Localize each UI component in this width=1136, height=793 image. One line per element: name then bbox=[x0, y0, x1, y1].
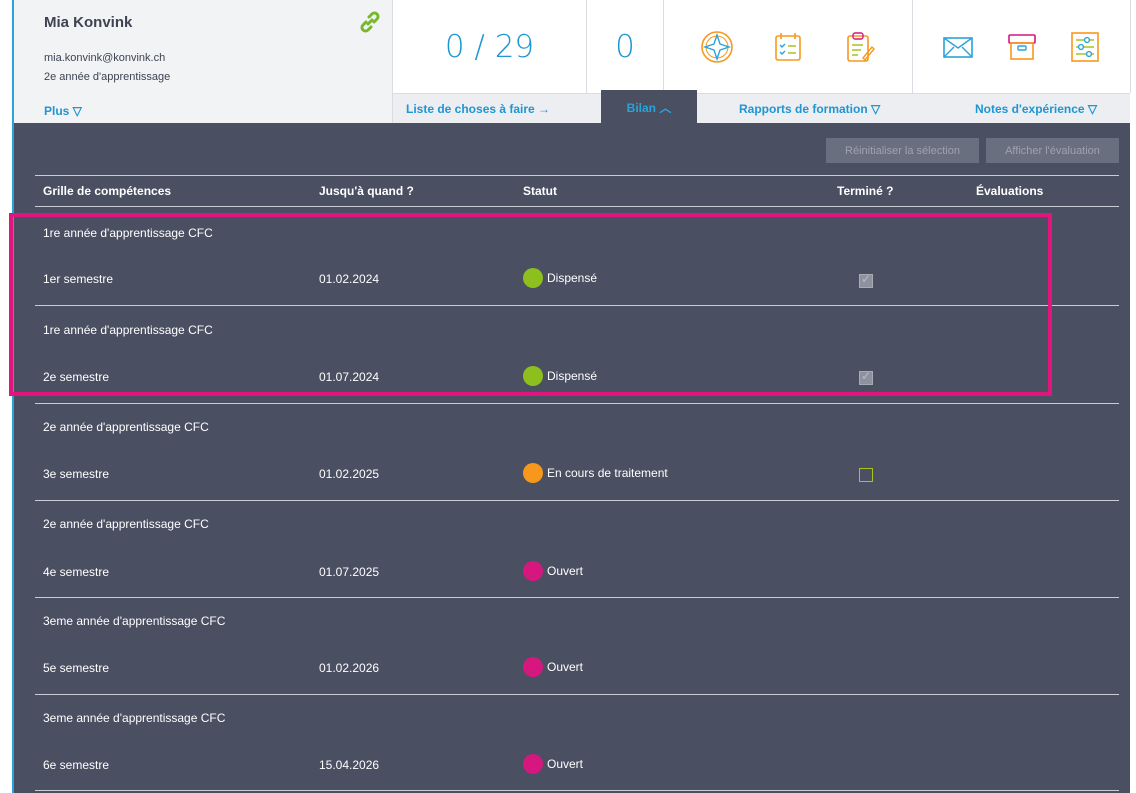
row-group-label: 2e année d'apprentissage CFC bbox=[43, 517, 209, 531]
header: Mia Konvink mia.konvink@konvink.ch 2e an… bbox=[14, 0, 1131, 124]
column-header-done: Terminé ? bbox=[837, 184, 894, 198]
tab-todo-list[interactable]: Liste de choses à faire → bbox=[406, 94, 550, 124]
row-status: Dispensé bbox=[523, 268, 597, 288]
status-label: Ouvert bbox=[547, 660, 584, 674]
done-checkbox[interactable] bbox=[859, 369, 873, 385]
bilan-panel: Réinitialiser la sélection Afficher l'év… bbox=[14, 123, 1130, 793]
row-semester: 3e semestre bbox=[43, 467, 110, 481]
row-date: 15.04.2026 bbox=[319, 758, 380, 772]
divider bbox=[35, 597, 1119, 598]
row-date: 01.07.2025 bbox=[319, 565, 380, 579]
count-value: 0 bbox=[587, 0, 664, 93]
row-semester: 5e semestre bbox=[43, 661, 110, 675]
column-header-competence: Grille de compétences bbox=[43, 184, 172, 198]
tool-icons-group bbox=[664, 0, 913, 93]
row-date: 01.02.2024 bbox=[319, 272, 380, 286]
divider bbox=[35, 694, 1119, 695]
status-dot-icon bbox=[523, 268, 543, 288]
sliders-icon[interactable] bbox=[1067, 29, 1103, 65]
archive-box-icon[interactable] bbox=[1004, 29, 1040, 65]
row-group-label: 1re année d'apprentissage CFC bbox=[43, 226, 213, 240]
row-status: Ouvert bbox=[523, 754, 583, 774]
row-group-label: 2e année d'apprentissage CFC bbox=[43, 420, 209, 434]
tab-experience-notes[interactable]: Notes d'expérience ▽ bbox=[975, 94, 1097, 124]
reset-selection-button[interactable]: Réinitialiser la sélection bbox=[826, 138, 979, 163]
status-dot-icon bbox=[523, 754, 543, 774]
profile-card: Mia Konvink mia.konvink@konvink.ch 2e an… bbox=[14, 0, 393, 123]
row-status: En cours de traitement bbox=[523, 463, 668, 483]
row-date: 01.02.2026 bbox=[319, 661, 380, 675]
divider bbox=[35, 305, 1119, 306]
tab-training-reports[interactable]: Rapports de formation ▽ bbox=[739, 94, 880, 124]
column-header-evaluations: Évaluations bbox=[976, 184, 1044, 198]
row-semester: 6e semestre bbox=[43, 758, 110, 772]
divider bbox=[35, 403, 1119, 404]
row-status: Ouvert bbox=[523, 561, 583, 581]
tab-bar: Liste de choses à faire → Bilan ︿ Rappor… bbox=[393, 90, 1130, 124]
profile-name: Mia Konvink bbox=[44, 14, 133, 31]
app-frame: Mia Konvink mia.konvink@konvink.ch 2e an… bbox=[0, 0, 1136, 793]
status-label: Dispensé bbox=[547, 271, 598, 285]
divider bbox=[35, 790, 1119, 791]
clipboard-edit-icon[interactable] bbox=[841, 29, 877, 65]
checklist-icon[interactable] bbox=[770, 29, 806, 65]
row-date: 01.02.2025 bbox=[319, 467, 380, 481]
row-semester: 2e semestre bbox=[43, 370, 110, 384]
envelope-icon[interactable] bbox=[940, 29, 976, 65]
more-button[interactable]: Plus ▽ bbox=[44, 104, 82, 118]
done-checkbox[interactable] bbox=[859, 272, 873, 288]
row-status: Dispensé bbox=[523, 366, 597, 386]
status-dot-icon bbox=[523, 657, 543, 677]
row-date: 01.07.2024 bbox=[319, 370, 380, 384]
column-header-deadline: Jusqu'à quand ? bbox=[319, 184, 414, 198]
profile-email: mia.konvink@konvink.ch bbox=[44, 52, 166, 64]
status-dot-icon bbox=[523, 463, 543, 483]
status-dot-icon bbox=[523, 561, 543, 581]
divider bbox=[35, 175, 1119, 176]
column-header-status: Statut bbox=[523, 184, 557, 198]
show-evaluation-button[interactable]: Afficher l'évaluation bbox=[986, 138, 1119, 163]
status-dot-icon bbox=[523, 366, 543, 386]
row-semester: 1er semestre bbox=[43, 272, 114, 286]
status-label: Dispensé bbox=[547, 369, 598, 383]
profile-year: 2e année d'apprentissage bbox=[44, 71, 171, 83]
row-group-label: 3eme année d'apprentissage CFC bbox=[43, 711, 226, 725]
progress-counter: 0 / 29 bbox=[393, 0, 587, 93]
row-semester: 4e semestre bbox=[43, 565, 110, 579]
row-group-label: 1re année d'apprentissage CFC bbox=[43, 323, 213, 337]
divider bbox=[35, 206, 1119, 207]
done-checkbox[interactable] bbox=[859, 468, 873, 482]
tab-bilan[interactable]: Bilan ︿ bbox=[601, 90, 697, 124]
row-group-label: 3eme année d'apprentissage CFC bbox=[43, 614, 226, 628]
divider bbox=[35, 500, 1119, 501]
row-status: Ouvert bbox=[523, 657, 583, 677]
link-icon[interactable] bbox=[358, 10, 382, 34]
compass-icon[interactable] bbox=[699, 29, 735, 65]
action-icons-group bbox=[913, 0, 1131, 93]
status-label: Ouvert bbox=[547, 564, 584, 578]
status-label: En cours de traitement bbox=[547, 466, 668, 480]
status-label: Ouvert bbox=[547, 757, 584, 771]
